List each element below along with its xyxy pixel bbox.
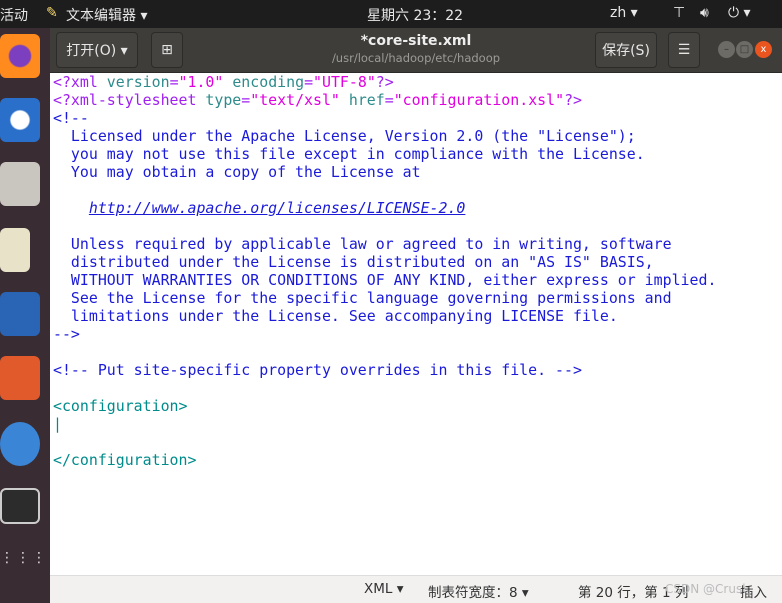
code-token: <?xml-stylesheet: [53, 91, 206, 109]
code-token: You may obtain a copy of the License at: [53, 163, 421, 181]
code-token[interactable]: http://www.apache.org/licenses/LICENSE-2…: [89, 199, 466, 217]
rhythmbox-icon[interactable]: [0, 228, 30, 272]
code-line: you may not use this file except in comp…: [53, 145, 782, 163]
insert-mode[interactable]: 插入: [740, 581, 767, 601]
code-token: |: [53, 415, 62, 433]
dock: ⋮⋮⋮: [0, 28, 50, 603]
code-line: Unless required by applicable law or agr…: [53, 235, 782, 253]
code-token: "UTF-8": [313, 73, 376, 91]
code-token: <!-- Put site-specific property override…: [53, 361, 582, 379]
terminal-icon[interactable]: [0, 488, 40, 524]
code-token: See the License for the specific languag…: [53, 289, 672, 307]
code-token: </configuration>: [53, 451, 197, 469]
code-token: =: [169, 73, 179, 91]
code-line: WITHOUT WARRANTIES OR CONDITIONS OF ANY …: [53, 271, 782, 289]
code-line: Licensed under the Apache License, Versi…: [53, 127, 782, 145]
code-token: <?xml: [53, 73, 107, 91]
menu-button[interactable]: ☰: [668, 32, 700, 68]
volume-icon[interactable]: 🔊︎: [700, 5, 709, 21]
network-icon[interactable]: ⊤: [673, 5, 685, 21]
clock[interactable]: 星期六 23：22: [367, 5, 463, 25]
code-token: Licensed under the Apache License, Versi…: [53, 127, 636, 145]
code-line: distributed under the License is distrib…: [53, 253, 782, 271]
code-token: <!--: [53, 109, 89, 127]
code-token: "1.0": [178, 73, 224, 91]
tab-width-selector[interactable]: 制表符宽度：8 ▾: [428, 581, 529, 601]
code-token: ?>: [564, 91, 582, 109]
minimize-button[interactable]: –: [718, 41, 735, 58]
header-bar: 打开(O) ▾ ⊞ *core-site.xml /usr/local/hado…: [50, 28, 782, 73]
files-icon[interactable]: [0, 162, 40, 206]
code-line: <!-- Put site-specific property override…: [53, 361, 782, 379]
code-token: =: [241, 91, 251, 109]
code-line: |: [53, 415, 782, 433]
code-token: "configuration.xsl": [393, 91, 565, 109]
code-line: <?xml-stylesheet type="text/xsl" href="c…: [53, 91, 782, 109]
text-editor-icon: ✎: [46, 5, 58, 21]
code-line: <!--: [53, 109, 782, 127]
thunderbird-icon[interactable]: [0, 98, 40, 142]
code-token: ?>: [375, 73, 394, 91]
close-button[interactable]: x: [755, 41, 772, 58]
power-menu[interactable]: ⏻ ▾: [728, 5, 751, 21]
code-token: distributed under the License is distrib…: [53, 253, 654, 271]
code-token: href: [348, 91, 385, 109]
input-method[interactable]: zh ▾: [610, 5, 638, 21]
code-line: limitations under the License. See accom…: [53, 307, 782, 325]
code-token: Unless required by applicable law or agr…: [53, 235, 672, 253]
code-token: limitations under the License. See accom…: [53, 307, 618, 325]
code-token: you may not use this file except in comp…: [53, 145, 645, 163]
app-menu[interactable]: 文本编辑器 ▾: [66, 5, 147, 25]
code-token: encoding: [232, 73, 305, 91]
code-line: <?xml version="1.0" encoding="UTF-8"?>: [53, 73, 782, 91]
writer-icon[interactable]: [0, 292, 40, 336]
save-button[interactable]: 保存(S): [595, 32, 657, 68]
code-line: -->: [53, 325, 782, 343]
code-token: =: [384, 91, 394, 109]
code-line: You may obtain a copy of the License at: [53, 163, 782, 181]
maximize-button[interactable]: □: [736, 41, 753, 58]
software-icon[interactable]: [0, 356, 40, 400]
watermark: CSDN @Crush: [665, 582, 750, 596]
code-line: http://www.apache.org/licenses/LICENSE-2…: [53, 199, 782, 217]
code-token: WITHOUT WARRANTIES OR CONDITIONS OF ANY …: [53, 271, 717, 289]
code-line: </configuration>: [53, 451, 782, 469]
text-editor[interactable]: <?xml version="1.0" encoding="UTF-8"?> <?…: [50, 73, 782, 575]
help-icon[interactable]: [0, 422, 40, 466]
code-token: <configuration>: [53, 397, 188, 415]
activities-button[interactable]: 活动: [0, 5, 28, 25]
code-line: <configuration>: [53, 397, 782, 415]
code-token: -->: [53, 325, 80, 343]
code-token: "text/xsl": [250, 91, 340, 109]
code-line: See the License for the specific languag…: [53, 289, 782, 307]
code-token: type: [205, 91, 242, 109]
firefox-icon[interactable]: [0, 34, 40, 78]
code-token: version: [106, 73, 170, 91]
top-bar: 活动 ✎ 文本编辑器 ▾ 星期六 23：22 zh ▾ ⊤ 🔊︎ ⏻ ▾: [0, 0, 782, 28]
code-token: =: [304, 73, 314, 91]
status-bar: XML ▾ 制表符宽度：8 ▾ 第 20 行，第 1 列 CSDN @Crush…: [50, 575, 782, 603]
apps-grid-icon[interactable]: ⋮⋮⋮: [0, 550, 46, 594]
language-selector[interactable]: XML ▾: [364, 581, 404, 597]
